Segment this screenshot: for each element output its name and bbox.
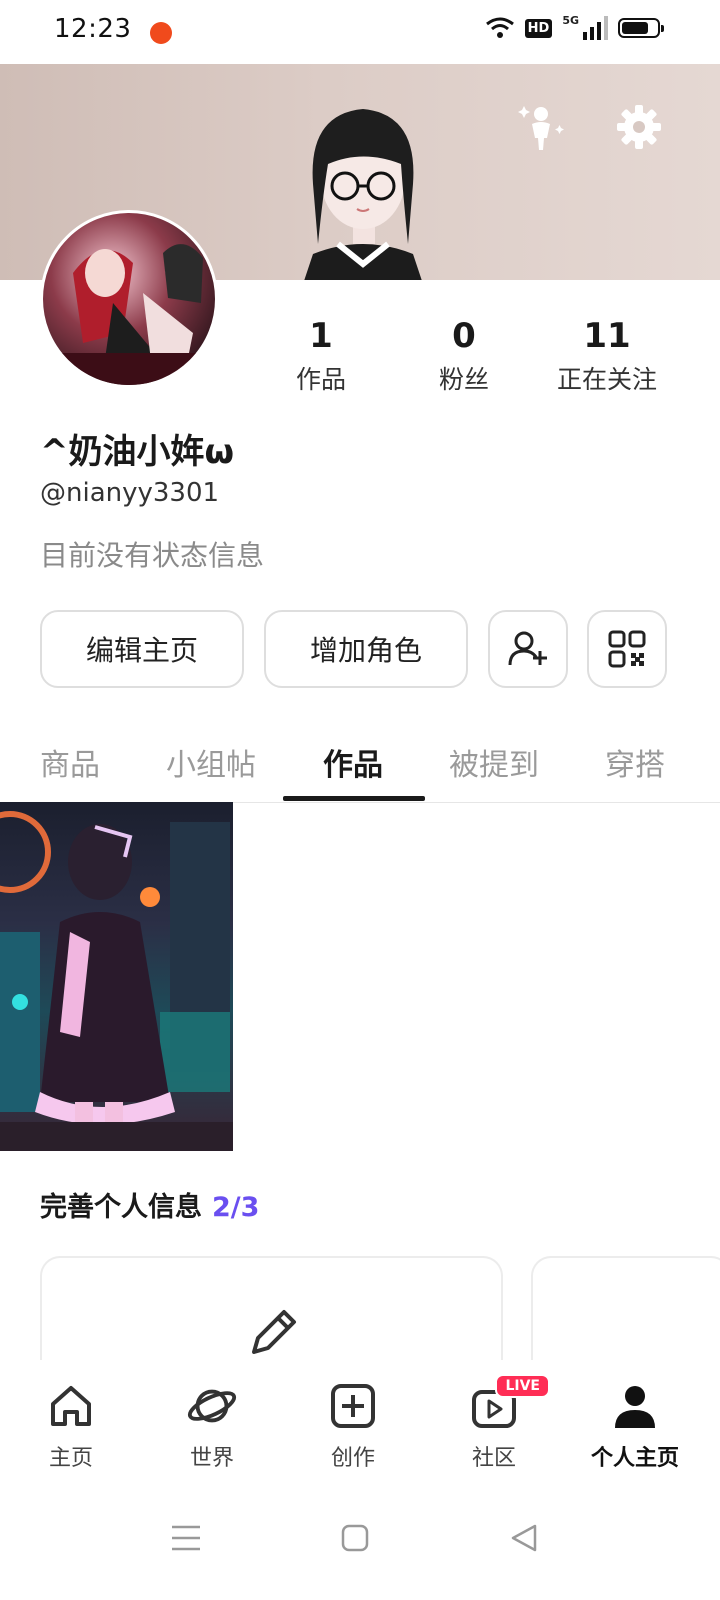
avatar[interactable] (40, 210, 218, 388)
avatar-fitting-icon[interactable] (514, 100, 568, 154)
community-play-icon: LIVE (468, 1374, 550, 1432)
nav-label: 个人主页 (590, 1446, 679, 1471)
notification-app-icon (150, 22, 172, 44)
bottom-nav: 主页 世界 创作 LIVE 社区 个人主页 (0, 1360, 720, 1482)
active-tab-indicator (283, 796, 425, 801)
add-role-button[interactable]: 增加角色 (264, 610, 468, 688)
nav-label: 主页 (48, 1446, 93, 1471)
status-time: 12:23 (54, 14, 132, 44)
work-image (0, 811, 233, 1151)
create-plus-icon (327, 1380, 379, 1432)
add-user-icon (508, 631, 547, 666)
network-type: 5G (562, 13, 579, 27)
user-handle[interactable]: @nianyy3301 (40, 478, 219, 508)
person-icon (609, 1380, 661, 1432)
edit-profile-button[interactable]: 编辑主页 (40, 610, 244, 688)
menu-icon[interactable] (156, 1508, 216, 1568)
profile-tabs: 商品 小组帖 作品 被提到 穿搭 (0, 720, 720, 803)
live-badge: LIVE (495, 1374, 550, 1398)
stat-following[interactable]: 11 正在关注 (537, 316, 677, 396)
avatar-image (43, 244, 215, 385)
add-friend-button[interactable] (488, 610, 568, 688)
stat-works[interactable]: 1 作品 (251, 316, 391, 396)
status-bio[interactable]: 目前没有状态信息 (40, 534, 264, 574)
display-name: ^奶油小姩ω (40, 432, 235, 472)
nav-home[interactable]: 主页 (0, 1360, 143, 1482)
complete-profile-label: 完善个人信息 (40, 1192, 202, 1223)
signal-icon (583, 16, 608, 40)
home-square-icon[interactable] (325, 1508, 385, 1568)
nav-world[interactable]: 世界 (140, 1360, 284, 1482)
tab-products[interactable]: 商品 (40, 740, 100, 784)
status-icons: HD 5G (485, 13, 664, 40)
complete-profile-title: 完善个人信息 2/3 (40, 1185, 259, 1224)
qr-code-icon (608, 630, 646, 668)
tab-works[interactable]: 作品 (323, 740, 383, 784)
tab-outfits[interactable]: 穿搭 (605, 740, 665, 784)
stat-label: 作品 (295, 365, 346, 394)
system-nav-bar (0, 1482, 720, 1600)
tab-mentioned[interactable]: 被提到 (449, 740, 539, 784)
stat-value: 1 (309, 316, 333, 356)
complete-profile-progress: 2/3 (212, 1192, 260, 1223)
stat-followers[interactable]: 0 粉丝 (394, 316, 534, 396)
nav-create[interactable]: 创作 (281, 1360, 425, 1482)
nav-label: 社区 (471, 1446, 516, 1471)
nav-community[interactable]: LIVE 社区 (422, 1360, 566, 1482)
nav-profile[interactable]: 个人主页 (563, 1360, 707, 1482)
nav-label: 创作 (330, 1446, 375, 1471)
pencil-icon (252, 1310, 296, 1354)
nav-label: 世界 (189, 1446, 234, 1471)
wifi-icon (485, 17, 514, 38)
battery-icon (618, 18, 664, 38)
planet-icon (186, 1380, 238, 1432)
settings-gear-icon[interactable] (612, 100, 666, 154)
stat-value: 11 (583, 316, 631, 356)
status-bar: 12:23 HD 5G (0, 0, 720, 64)
qr-code-button[interactable] (587, 610, 667, 688)
banner-character-image (304, 109, 422, 280)
stat-label: 正在关注 (556, 365, 657, 394)
hd-icon: HD (524, 18, 553, 38)
stat-label: 粉丝 (438, 365, 489, 394)
home-icon (45, 1380, 97, 1432)
tab-group-posts[interactable]: 小组帖 (166, 740, 256, 784)
work-thumbnail[interactable] (0, 802, 233, 1151)
back-triangle-icon[interactable] (494, 1508, 554, 1568)
stat-value: 0 (452, 316, 476, 356)
